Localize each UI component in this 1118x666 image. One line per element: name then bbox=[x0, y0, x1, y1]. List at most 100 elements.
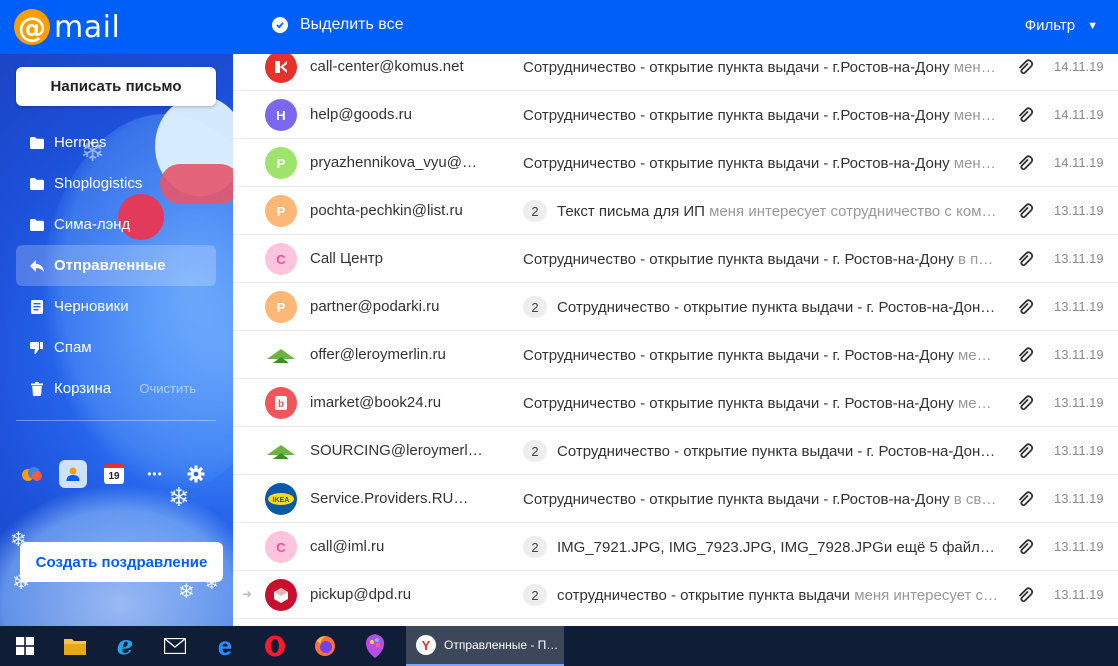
attachment-icon[interactable] bbox=[1017, 58, 1035, 76]
thread-count-badge: 2 bbox=[523, 200, 547, 222]
attachment-icon[interactable] bbox=[1017, 250, 1035, 268]
subject-text: сотрудничество - открытие пункта выдачи … bbox=[557, 587, 998, 604]
dpd-logo[interactable] bbox=[265, 579, 297, 611]
message-date: 13.11.19 bbox=[1054, 491, 1104, 506]
message-row[interactable]: Ppochta-pechkin@list.ru 2 Текст письма для… bbox=[233, 187, 1118, 235]
paint-app-icon[interactable] bbox=[350, 626, 400, 666]
message-row[interactable]: Ppartner@podarki.ru 2 Сотрудничество - отк… bbox=[233, 283, 1118, 331]
more-icon[interactable]: ••• bbox=[141, 460, 169, 488]
message-row[interactable]: call-center@komus.net Сотрудничество - от… bbox=[233, 54, 1118, 91]
firefox-icon[interactable] bbox=[300, 626, 350, 666]
internet-explorer-icon[interactable]: e bbox=[100, 626, 150, 666]
sender-name: call@iml.ru bbox=[310, 538, 385, 555]
snippet: в п… bbox=[953, 250, 994, 268]
message-date: 13.11.19 bbox=[1054, 443, 1104, 458]
attachment-icon[interactable] bbox=[1017, 442, 1035, 460]
calendar-icon[interactable]: 19 bbox=[100, 460, 128, 488]
forwarded-arrow-icon: ➜ bbox=[242, 587, 253, 601]
sidebar-item-trash[interactable]: Корзина Очистить bbox=[16, 368, 216, 409]
message-row[interactable]: offer@leroymerlin.ru Сотрудничество - отк… bbox=[233, 331, 1118, 379]
select-all-button[interactable]: Выделить все bbox=[272, 16, 403, 34]
sidebar-item-shoplogistics[interactable]: Shoplogistics bbox=[16, 163, 216, 204]
message-row[interactable]: C Call Центр Сотрудничество - открытие пун… bbox=[233, 235, 1118, 283]
sidebar-item-sent[interactable]: Отправленные bbox=[16, 245, 216, 286]
message-date: 14.11.19 bbox=[1054, 107, 1104, 122]
filter-button[interactable]: Фильтр ▼ bbox=[1025, 17, 1098, 34]
attachment-icon[interactable] bbox=[1017, 154, 1035, 172]
message-date: 13.11.19 bbox=[1054, 539, 1104, 554]
avatar[interactable]: P bbox=[265, 291, 297, 323]
subject: Сотрудничество - открытие пункта выдачи … bbox=[523, 346, 954, 364]
avatar[interactable]: P bbox=[265, 195, 297, 227]
sidebar-item-sima-land[interactable]: Сима-лэнд bbox=[16, 204, 216, 245]
snippet: мен… bbox=[949, 154, 996, 172]
sidebar-item-spam[interactable]: Спам bbox=[16, 327, 216, 368]
file-explorer-icon[interactable] bbox=[50, 626, 100, 666]
windows-start-icon[interactable] bbox=[0, 626, 50, 666]
sender-name: pochta-pechkin@list.ru bbox=[310, 202, 463, 219]
taskbar-active-window[interactable]: Y Отправленные - П… bbox=[406, 626, 564, 666]
attachment-icon[interactable] bbox=[1017, 394, 1035, 412]
book24-logo[interactable]: b bbox=[265, 387, 297, 419]
sender-name: SOURCING@leroymerl… bbox=[310, 442, 483, 459]
avatar[interactable]: P bbox=[265, 147, 297, 179]
filter-label: Фильтр bbox=[1024, 17, 1076, 34]
sidebar-item-label: Корзина bbox=[54, 380, 112, 397]
message-row[interactable]: ➜ pickup@dpd.ru 2 сотрудничество - открытие… bbox=[233, 571, 1118, 619]
message-row[interactable]: IKEA Service.Providers.RU… Сотрудничество … bbox=[233, 475, 1118, 523]
avatar[interactable]: C bbox=[265, 243, 297, 275]
attachment-icon[interactable] bbox=[1017, 586, 1035, 604]
sender-name: help@goods.ru bbox=[310, 106, 412, 123]
subject-text: IMG_7921.JPG, IMG_7923.JPG, IMG_7928.JPG… bbox=[557, 539, 995, 556]
message-row[interactable]: Ccall@iml.ru 2 IMG_7921.JPG, IMG_7923.JPG,… bbox=[233, 523, 1118, 571]
sidebar-item-drafts[interactable]: Черновики bbox=[16, 286, 216, 327]
subject: Сотрудничество - открытие пункта выдачи … bbox=[523, 250, 954, 268]
ikea-logo[interactable]: IKEA bbox=[265, 483, 297, 515]
leroymerlin-logo[interactable] bbox=[265, 339, 297, 371]
attachment-icon[interactable] bbox=[1017, 346, 1035, 364]
mail-app-icon[interactable] bbox=[150, 626, 200, 666]
message-row[interactable]: Hhelp@goods.ru Сотрудничество - открытие … bbox=[233, 91, 1118, 139]
sidebar-item-label: Черновики bbox=[54, 298, 129, 315]
contacts-icon[interactable] bbox=[59, 460, 87, 488]
avatar[interactable]: C bbox=[265, 531, 297, 563]
attachment-icon[interactable] bbox=[1017, 490, 1035, 508]
cloud-icon[interactable] bbox=[18, 460, 46, 488]
message-row[interactable]: b imarket@book24.ru Сотрудничество - откры… bbox=[233, 379, 1118, 427]
attachment-icon[interactable] bbox=[1017, 106, 1035, 124]
message-row[interactable]: SOURCING@leroymerl… 2 Сотрудничество - отк… bbox=[233, 427, 1118, 475]
attachment-icon[interactable] bbox=[1017, 538, 1035, 556]
message-date: 13.11.19 bbox=[1054, 587, 1104, 602]
subject-text: Сотрудничество - открытие пункта выдачи … bbox=[523, 155, 996, 172]
snippet: ме… bbox=[953, 346, 992, 364]
more-dots: ••• bbox=[147, 467, 163, 481]
top-bar: @ mail Выделить все Фильтр ▼ bbox=[0, 0, 1118, 54]
sidebar-item-hermes[interactable]: Hermes bbox=[16, 122, 216, 163]
sidebar-item-label: Shoplogistics bbox=[54, 175, 143, 192]
subject-line: Сотрудничество - открытие пункта выдачи … bbox=[523, 343, 999, 367]
edge-icon[interactable]: e bbox=[200, 626, 250, 666]
mail-logo[interactable]: @ mail bbox=[14, 9, 120, 45]
komus-logo[interactable] bbox=[265, 54, 297, 83]
sidebar: ❄ ❄ ❄ ❄ ❄ ❄ Написать письмо Hermes Shopl… bbox=[0, 54, 233, 626]
sender-name: partner@podarki.ru bbox=[310, 298, 440, 315]
subject-line: 2 Сотрудничество - открытие пункта выдачи… bbox=[523, 439, 999, 463]
subject-text: Текст письма для ИП меня интересует сотр… bbox=[557, 203, 996, 220]
message-row[interactable]: Ppryazhennikova_vyu@… Сотрудничество - от… bbox=[233, 139, 1118, 187]
chevron-down-icon: ▼ bbox=[1087, 19, 1098, 32]
snippet: меня интересует сотрудничество с ком… bbox=[704, 202, 997, 220]
compose-button[interactable]: Написать письмо bbox=[16, 67, 216, 106]
opera-icon[interactable] bbox=[250, 626, 300, 666]
clear-trash-link[interactable]: Очистить bbox=[139, 381, 196, 396]
leroymerlin-logo[interactable] bbox=[265, 435, 297, 467]
settings-icon[interactable] bbox=[182, 460, 210, 488]
folder-icon bbox=[30, 218, 44, 232]
create-greeting-button[interactable]: Создать поздравление bbox=[20, 542, 223, 582]
avatar[interactable]: H bbox=[265, 99, 297, 131]
folder-list: Hermes Shoplogistics Сима-лэнд Отправлен… bbox=[16, 122, 216, 409]
subject: сотрудничество - открытие пункта выдачи bbox=[557, 586, 851, 604]
snippet: ме… bbox=[953, 394, 992, 412]
attachment-icon[interactable] bbox=[1017, 202, 1035, 220]
attachment-icon[interactable] bbox=[1017, 298, 1035, 316]
subject: IMG_7921.JPG, IMG_7923.JPG, IMG_7928.JPG… bbox=[557, 538, 995, 556]
